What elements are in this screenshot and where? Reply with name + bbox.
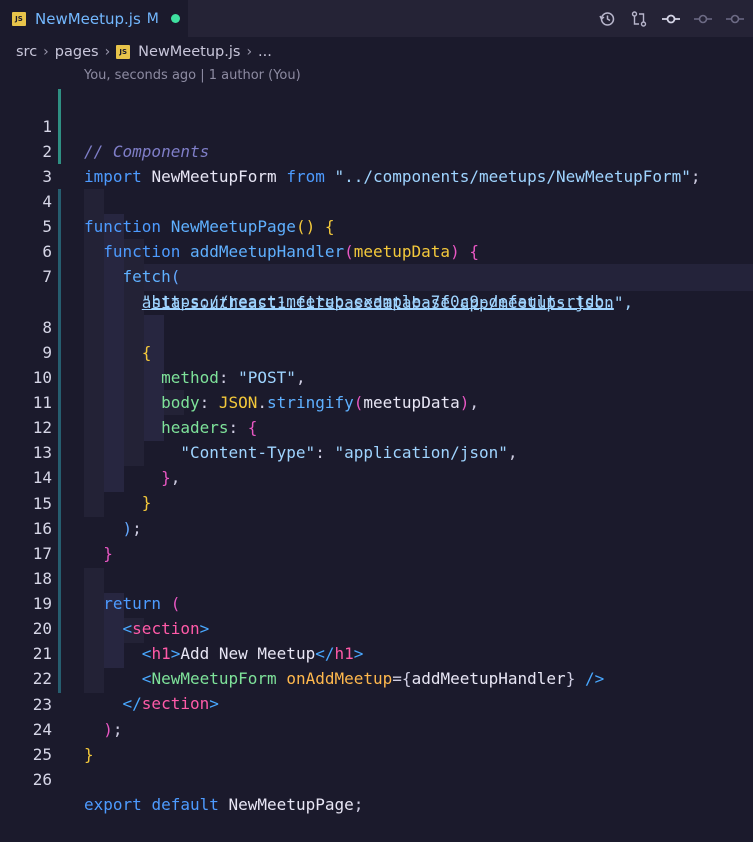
breadcrumb: src › pages › JS NewMeetup.js › ... [16,38,272,66]
code-line[interactable]: 8 { [0,290,753,362]
code-line[interactable]: 7 "https://react-meetup-example-7f0c9-de… [0,239,753,311]
javascript-file-icon: JS [116,45,131,59]
javascript-file-icon: JS [12,11,26,26]
code-line[interactable]: 23 ); [0,667,753,739]
code-line[interactable]: 5 function addMeetupHandler(meetupData) … [0,189,753,261]
history-icon[interactable] [597,9,617,29]
commit-icon[interactable] [661,9,681,29]
code-line[interactable]: 4 function NewMeetupPage() { [0,164,753,236]
code-line[interactable]: 13 }, [0,415,753,487]
code-line-wrapped[interactable]: asia-southeast1.firebasedatabase.app/mee… [0,265,753,312]
code-line[interactable]: 20 <h1>Add New Meetup</h1> [0,591,753,663]
code-line[interactable]: 1 // Components [0,89,753,161]
code-line[interactable]: 2 import NewMeetupForm from "../componen… [0,114,753,186]
code-line[interactable]: 18 return ( [0,541,753,613]
code-line[interactable]: 9 method: "POST", [0,315,753,387]
code-token: export [84,795,142,814]
code-line[interactable]: 12 "Content-Type": "application/json", [0,390,753,462]
modified-status: M [146,10,159,27]
editor-tab-newmeetup[interactable]: JS NewMeetup.js M [0,0,188,37]
code-line[interactable]: 24 } [0,692,753,764]
code-line[interactable]: 14 } [0,440,753,512]
code-token: NewMeetupPage [228,795,354,814]
breadcrumb-symbol[interactable]: ... [258,44,272,60]
code-line[interactable]: 3 [0,139,753,186]
git-blame-annotation[interactable]: You, seconds ago | 1 author (You) [84,68,301,88]
previous-change-icon[interactable] [693,9,713,29]
chevron-right-icon: › [104,44,111,60]
code-line[interactable]: 10 body: JSON.stringify(meetupData), [0,340,753,412]
breadcrumb-src[interactable]: src [16,44,37,60]
next-change-icon[interactable] [725,9,745,29]
code-line[interactable]: 11 headers: { [0,365,753,437]
code-line[interactable]: 17 [0,516,753,563]
chevron-right-icon: › [246,44,253,60]
code-line[interactable]: 25 [0,717,753,764]
tab-filename: NewMeetup.js [35,9,141,28]
breadcrumb-pages[interactable]: pages [55,44,99,60]
code-line[interactable]: 15 ); [0,466,753,538]
code-line[interactable]: 22 </section> [0,641,753,713]
code-line[interactable]: 16 } [0,491,753,563]
tab-bar: JS NewMeetup.js M [0,0,753,37]
code-token: default [151,795,219,814]
code-token: ; [353,795,364,814]
chevron-right-icon: › [43,44,49,60]
editor-actions [597,0,745,37]
code-line[interactable]: 21 <NewMeetupForm onAddMeetup={addMeetup… [0,616,753,688]
breadcrumb-file[interactable]: NewMeetup.js [138,44,240,60]
code-line[interactable]: 19 <section> [0,566,753,638]
compare-changes-icon[interactable] [629,9,649,29]
code-line[interactable]: 6 fetch( [0,214,753,286]
code-editor[interactable]: 1 // Components 2 import NewMeetupForm f… [0,88,753,814]
code-line[interactable]: 26 export default NewMeetupPage; [0,742,753,814]
unsaved-dot-icon[interactable] [170,14,180,23]
line-number: 26 [32,770,52,789]
